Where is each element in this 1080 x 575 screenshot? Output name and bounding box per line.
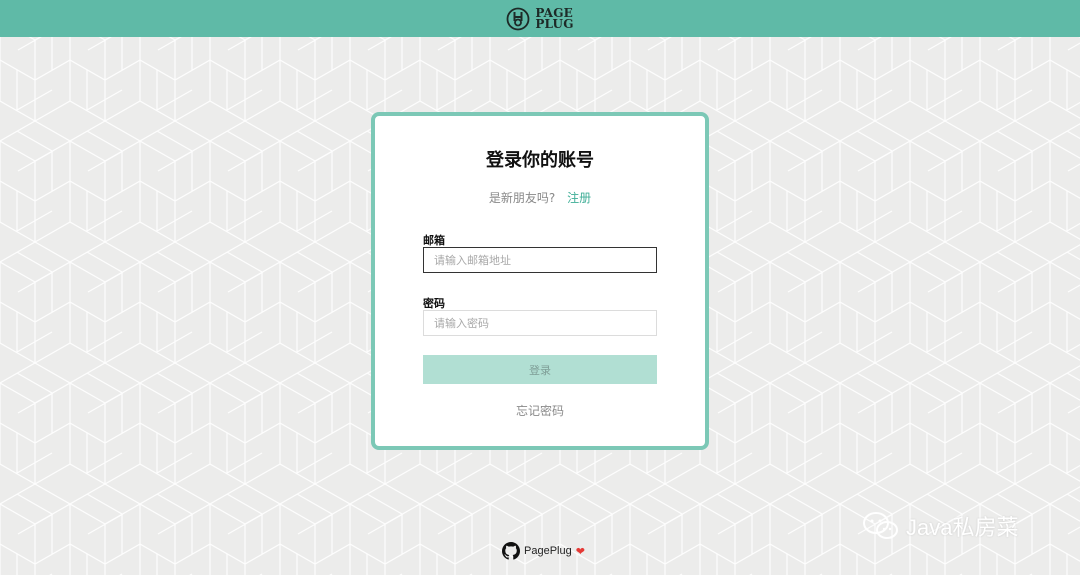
login-card: 登录你的账号 是新朋友吗? 注册 邮箱 密码 登录 忘记密码 xyxy=(371,112,709,450)
github-icon xyxy=(502,542,520,560)
signup-link[interactable]: 注册 xyxy=(567,191,591,205)
wechat-icon xyxy=(863,512,898,539)
pageplug-logo-icon xyxy=(506,7,530,30)
email-label: 邮箱 xyxy=(423,234,445,247)
heart-icon: ❤ xyxy=(575,545,585,558)
footer-credit[interactable]: PagePlug ❤ xyxy=(502,542,585,560)
signup-row: 是新朋友吗? 注册 xyxy=(375,189,705,206)
forgot-password-link[interactable]: 忘记密码 xyxy=(375,402,705,419)
login-button[interactable]: 登录 xyxy=(423,355,657,384)
footer-project-name: PagePlug xyxy=(524,545,572,557)
watermark-text: Java私房菜 xyxy=(906,515,1019,540)
login-title: 登录你的账号 xyxy=(486,150,594,171)
brand-logo[interactable]: PAGE PLUG xyxy=(506,7,573,31)
password-label: 密码 xyxy=(423,297,445,310)
signup-prompt: 是新朋友吗? xyxy=(488,191,556,205)
logo-line-2: PLUG xyxy=(535,16,574,31)
top-header: PAGE PLUG xyxy=(0,0,1080,37)
password-field[interactable] xyxy=(423,310,657,336)
email-field[interactable] xyxy=(423,247,657,273)
watermark: Java私房菜 xyxy=(862,510,1018,542)
logo-wordmark: PAGE PLUG xyxy=(535,7,574,31)
